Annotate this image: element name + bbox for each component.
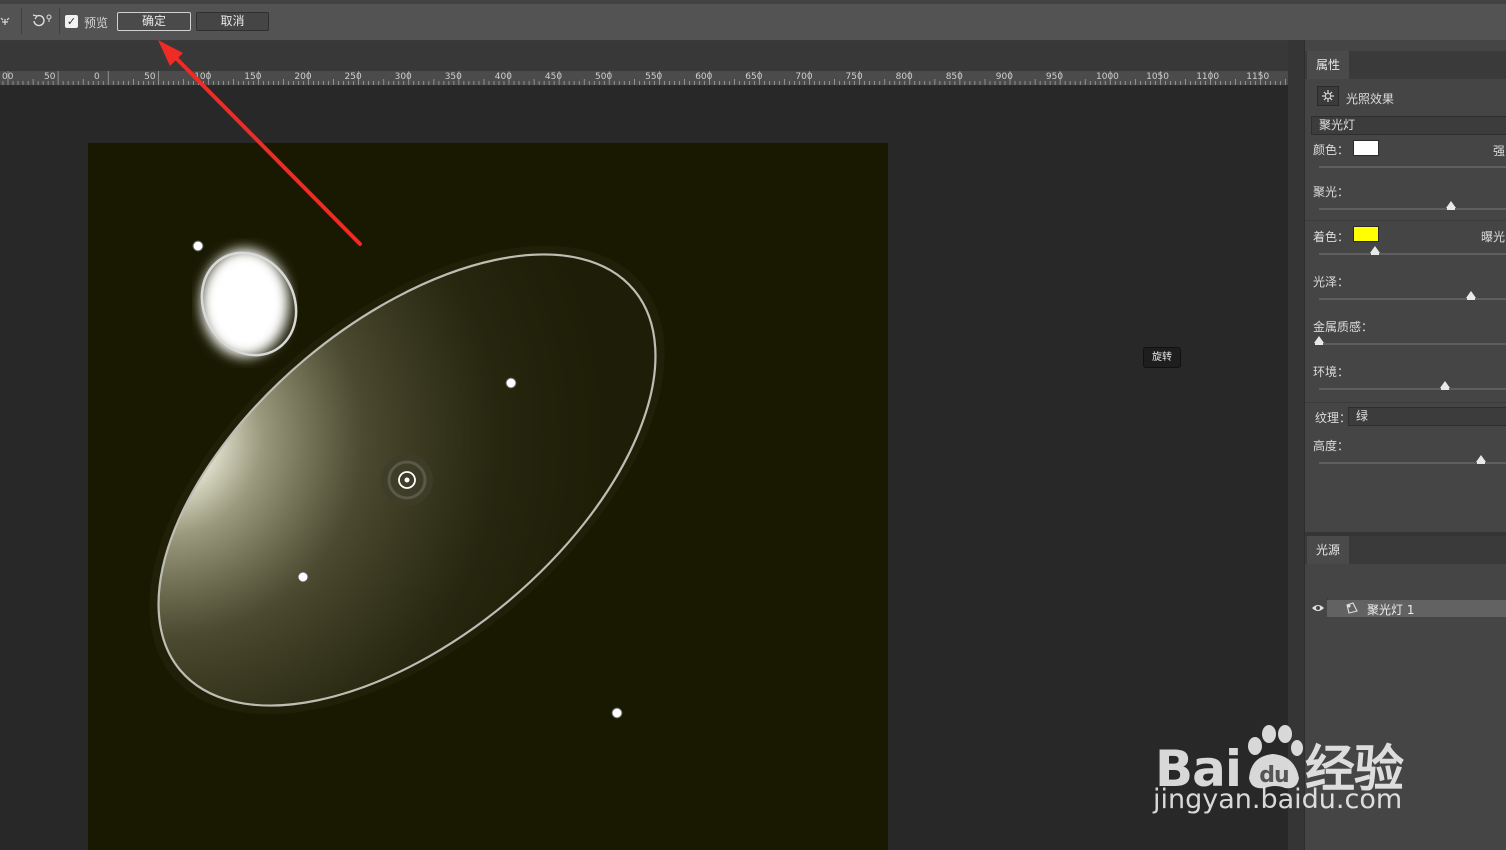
rotate-tooltip: 旋转 [1143, 347, 1181, 368]
ruler-label: 00 [2, 72, 14, 82]
gloss-slider[interactable] [1319, 291, 1506, 300]
canvas-header-strip [0, 41, 1290, 71]
handle-left[interactable] [297, 571, 309, 583]
colorize-slider[interactable] [1319, 246, 1506, 255]
divider [1305, 402, 1506, 403]
ruler-label: 450 [544, 72, 563, 82]
light-name: 聚光灯 1 [1367, 603, 1415, 617]
metallic-slider[interactable] [1314, 336, 1506, 345]
handle-bottom-right[interactable] [611, 707, 623, 719]
hotspot-label: 聚光： [1313, 185, 1350, 199]
top-divider [0, 0, 1506, 4]
ruler-label: 1150 [1246, 72, 1270, 82]
ruler-label: 200 [294, 72, 312, 82]
ruler-label: 1050 [1146, 72, 1169, 82]
intensity-label: 强 [1493, 144, 1506, 158]
spotlight-icon [1346, 602, 1358, 614]
tab-lights[interactable]: 光源 [1307, 536, 1350, 564]
ruler-label: 800 [895, 72, 913, 82]
document-canvas[interactable] [88, 143, 888, 850]
ruler-label: 350 [444, 72, 462, 82]
ruler-label: 850 [945, 72, 963, 82]
visibility-eye-icon[interactable] [1311, 602, 1325, 614]
ruler-label: 700 [795, 72, 813, 82]
lighting-effect-icon [1317, 86, 1339, 106]
light-color-swatch[interactable] [1353, 140, 1379, 156]
ruler-label: 0 [94, 72, 100, 82]
colorize-label: 着色： [1313, 230, 1350, 244]
ok-button[interactable]: 确定 [117, 12, 191, 31]
effect-title: 光照效果 [1346, 92, 1395, 106]
gloss-thumb[interactable] [1466, 291, 1477, 300]
watermark-url: jingyan.baidu.com [1153, 784, 1403, 815]
ruler-label: 750 [845, 72, 863, 82]
preview-checkbox[interactable]: ✓ [65, 15, 78, 28]
ruler-label: 100 [194, 72, 212, 82]
texture-label: 纹理： [1315, 411, 1352, 425]
lights-tab-row: 光源 [1305, 536, 1506, 564]
horizontal-ruler[interactable]: 00 50 0 50 100 150 200 250 300 350 400 450 500 550 600… [0, 71, 1288, 86]
handle-top-left[interactable] [192, 240, 204, 252]
handle-right[interactable] [505, 377, 517, 389]
gloss-label: 光泽： [1313, 275, 1350, 289]
cancel-button[interactable]: 取消 [196, 12, 269, 31]
ruler-label: 50 [44, 72, 56, 82]
ambience-label: 环境： [1313, 365, 1350, 379]
height-thumb[interactable] [1475, 455, 1486, 464]
ruler-label: 550 [645, 72, 663, 82]
ruler-label: 650 [745, 72, 763, 82]
metallic-thumb[interactable] [1314, 336, 1324, 345]
divider [1305, 220, 1506, 221]
exposure-label: 曝光 [1481, 230, 1506, 244]
color-label: 颜色： [1313, 143, 1350, 157]
ruler-label: 400 [494, 72, 512, 82]
ruler-label: 300 [394, 72, 412, 82]
ruler-label: 250 [344, 72, 362, 82]
height-slider[interactable] [1319, 455, 1506, 464]
spotlight-overlay[interactable] [88, 143, 888, 850]
ruler-label: 900 [995, 72, 1013, 82]
height-label: 高度： [1313, 439, 1350, 453]
properties-tab-row: 属性 [1305, 51, 1506, 79]
ruler-label: 1000 [1096, 72, 1119, 82]
ruler-label: 500 [595, 72, 613, 82]
separator [21, 8, 22, 34]
light-type-dropdown[interactable]: 聚光灯 [1311, 116, 1506, 135]
ruler-label: 600 [695, 72, 713, 82]
hotspot-thumb[interactable] [1445, 201, 1456, 210]
preview-label: 预览 [84, 16, 109, 30]
texture-dropdown[interactable]: 绿 [1348, 407, 1506, 426]
hotspot-slider[interactable] [1319, 201, 1506, 210]
ambience-slider[interactable] [1319, 381, 1506, 390]
ruler-ticks [2, 71, 1286, 85]
separator [59, 8, 60, 34]
ruler-label: 950 [1045, 72, 1064, 82]
options-bar: ✓ 预览 确定 取消 [0, 0, 1506, 41]
metallic-label: 金属质感： [1313, 320, 1374, 334]
ruler-label: 1100 [1196, 72, 1220, 82]
ruler-label: 50 [144, 72, 156, 82]
colorize-color-swatch[interactable] [1353, 226, 1379, 242]
ruler-label: 150 [244, 72, 262, 82]
light-list-item[interactable]: 聚光灯 1 [1327, 600, 1506, 617]
reset-icon[interactable] [30, 12, 54, 30]
tab-properties[interactable]: 属性 [1307, 51, 1350, 79]
colorize-thumb[interactable] [1370, 246, 1381, 255]
center-pin-icon[interactable] [381, 454, 433, 506]
ambience-thumb[interactable] [1439, 381, 1450, 390]
intensity-slider[interactable] [1319, 166, 1506, 168]
lighting-tool-icon[interactable] [0, 13, 12, 31]
